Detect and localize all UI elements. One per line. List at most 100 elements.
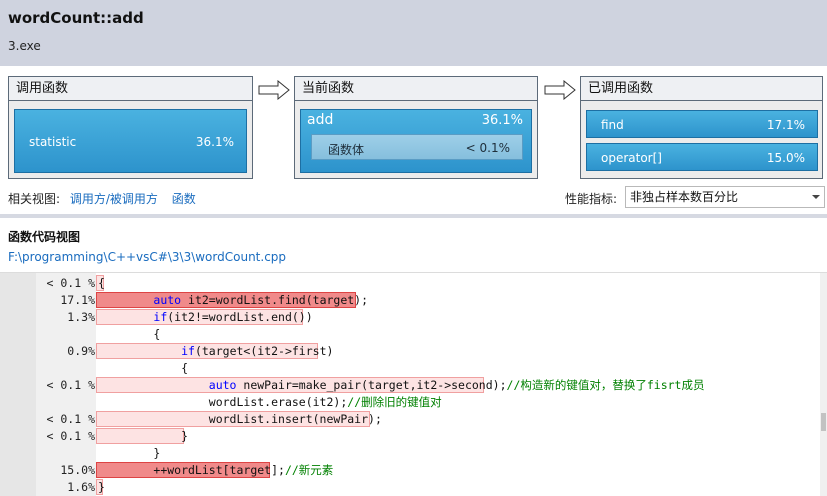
function-body-button[interactable]: 函数体 < 0.1% — [311, 134, 523, 160]
caller-percent: 36.1% — [195, 135, 234, 149]
callees-panel-title: 已调用函数 — [581, 77, 822, 101]
line-sample-percent: 0.9% — [67, 344, 95, 358]
related-views: 相关视图: 调用方/被调用方 函数 — [8, 190, 196, 207]
code-line[interactable]: < 0.1 % auto newPair=make_pair(target,it… — [0, 377, 820, 394]
line-sample-percent: 17.1% — [60, 293, 95, 307]
code-comment: //新元素 — [284, 463, 334, 477]
callee-label: find — [601, 118, 624, 132]
code-line[interactable]: < 0.1 %{ — [0, 275, 820, 292]
line-sample-percent: < 0.1 % — [46, 412, 95, 426]
line-sample-percent: < 0.1 % — [46, 429, 95, 443]
code-line[interactable]: < 0.1 % } — [0, 428, 820, 445]
function-body-percent: < 0.1% — [465, 141, 510, 155]
callees-panel: 已调用函数 find 17.1% operator[] 15.0% — [580, 76, 823, 179]
code-line[interactable]: { — [0, 360, 820, 377]
line-sample-percent: < 0.1 % — [46, 276, 95, 290]
code-statement: } — [98, 480, 105, 494]
code-view-title: 函数代码视图 — [8, 230, 81, 244]
code-text: auto newPair=make_pair(target,it2->secon… — [98, 377, 705, 394]
code-statement: wordList.erase(it2); — [208, 395, 348, 409]
code-statement: (it2!=wordList.end()) — [167, 310, 313, 324]
callee-label: operator[] — [601, 151, 662, 165]
code-view[interactable]: < 0.1 %{17.1% auto it2=wordList.find(tar… — [0, 272, 827, 496]
code-text: } — [98, 479, 105, 496]
code-statement: } — [181, 429, 189, 443]
code-text: ++wordList[target];//新元素 — [98, 462, 333, 479]
function-title: wordCount::add — [8, 9, 144, 27]
code-line[interactable]: { — [0, 326, 820, 343]
source-file-path[interactable]: F:\programming\C++vsC#\3\3\wordCount.cpp — [8, 250, 286, 264]
code-text: wordList.erase(it2);//删除旧的键值对 — [98, 394, 442, 411]
code-statement: ++wordList[target]; — [153, 463, 285, 477]
code-text: auto it2=wordList.find(target); — [98, 292, 368, 309]
line-sample-percent: < 0.1 % — [46, 378, 95, 392]
code-keyword: auto — [153, 293, 182, 307]
code-statement: wordList.insert(newPair); — [208, 412, 382, 426]
current-function-name: add — [307, 112, 334, 128]
code-text: wordList.insert(newPair); — [98, 411, 382, 428]
code-line[interactable]: 15.0% ++wordList[target];//新元素 — [0, 462, 820, 479]
code-text: { — [98, 326, 160, 343]
chevron-down-icon — [812, 195, 820, 199]
current-function-box[interactable]: add 36.1% 函数体 < 0.1% — [300, 109, 532, 173]
right-arrow-icon — [258, 80, 290, 100]
code-statement: (target<(it2->first) — [194, 344, 334, 358]
callers-panel-title: 调用函数 — [9, 77, 252, 101]
code-text: if(it2!=wordList.end()) — [98, 309, 313, 326]
caller-statistic-button[interactable]: statistic 36.1% — [14, 109, 247, 173]
line-sample-percent: 1.6% — [67, 480, 95, 494]
code-statement: { — [153, 327, 161, 341]
process-name: 3.exe — [8, 39, 41, 53]
code-line[interactable]: 1.3% if(it2!=wordList.end()) — [0, 309, 820, 326]
code-text: { — [98, 275, 105, 292]
code-statement: newPair=make_pair(target,it2->second); — [236, 378, 507, 392]
code-keyword: auto — [208, 378, 237, 392]
code-comment: //构造新的键值对，替换了fisrt成员 — [506, 378, 705, 392]
related-views-label: 相关视图: — [8, 192, 61, 206]
metric-selected-value: 非独占样本数百分比 — [630, 190, 739, 204]
code-text: } — [98, 428, 188, 445]
code-statement: } — [153, 446, 161, 460]
caller-callee-link[interactable]: 调用方/被调用方 — [70, 192, 158, 206]
code-line[interactable]: < 0.1 % wordList.insert(newPair); — [0, 411, 820, 428]
functions-link[interactable]: 函数 — [172, 192, 196, 206]
callee-operator-button[interactable]: operator[] 15.0% — [586, 143, 818, 171]
metric-label: 性能指标: — [565, 192, 618, 206]
code-statement: { — [98, 276, 105, 290]
code-line[interactable]: 0.9% if(target<(it2->first) — [0, 343, 820, 360]
current-panel-title: 当前函数 — [295, 77, 537, 101]
code-text: { — [98, 360, 188, 377]
caller-label: statistic — [29, 135, 77, 149]
vertical-scrollbar[interactable] — [820, 273, 827, 496]
line-sample-percent: 15.0% — [60, 463, 95, 477]
metric-dropdown[interactable]: 非独占样本数百分比 — [625, 186, 825, 208]
code-statement: it2=wordList.find(target); — [181, 293, 369, 307]
function-body-label: 函数体 — [328, 143, 365, 157]
current-function-panel: 当前函数 add 36.1% 函数体 < 0.1% — [294, 76, 538, 179]
code-keyword: if — [181, 344, 195, 358]
callee-percent: 15.0% — [766, 151, 805, 165]
code-text: } — [98, 445, 160, 462]
code-keyword: if — [153, 310, 168, 324]
code-text: if(target<(it2->first) — [98, 343, 333, 360]
code-line[interactable]: 17.1% auto it2=wordList.find(target); — [0, 292, 820, 309]
callers-panel: 调用函数 statistic 36.1% — [8, 76, 253, 179]
scrollbar-thumb[interactable] — [821, 413, 826, 431]
callee-find-button[interactable]: find 17.1% — [586, 110, 818, 138]
code-comment: //删除旧的键值对 — [347, 395, 442, 409]
code-line[interactable]: 1.6%} — [0, 479, 820, 496]
section-divider — [0, 214, 827, 218]
code-line[interactable]: wordList.erase(it2);//删除旧的键值对 — [0, 394, 820, 411]
code-line[interactable]: } — [0, 445, 820, 462]
